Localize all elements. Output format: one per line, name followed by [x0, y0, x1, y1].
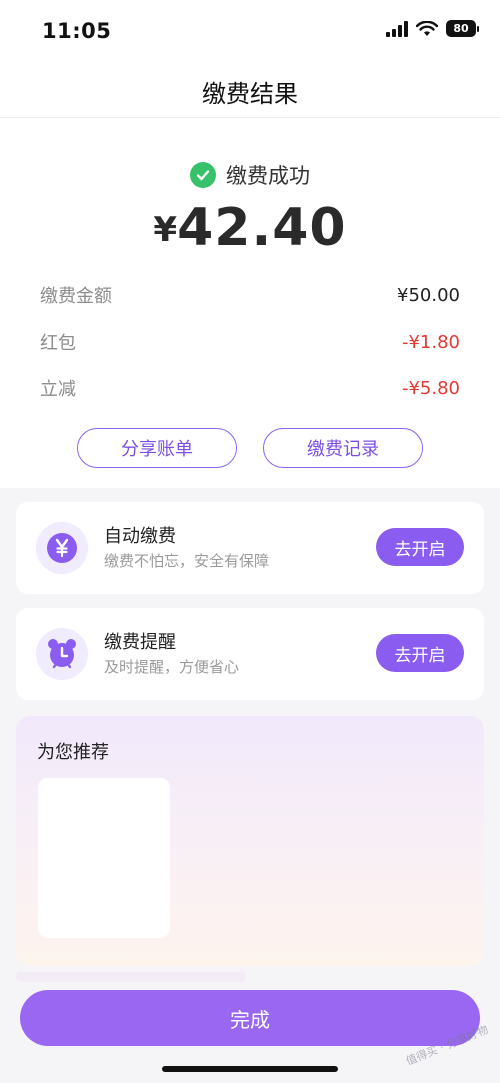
alarm-clock-icon [48, 639, 76, 669]
home-indicator [162, 1066, 338, 1072]
detail-value: ¥50.00 [397, 284, 460, 306]
battery-icon: 80 [446, 20, 479, 37]
detail-value: -¥1.80 [401, 331, 460, 353]
page-title: 缴费结果 [202, 80, 298, 108]
detail-label: 缴费金额 [40, 286, 112, 307]
detail-row-red-packet: 红包 -¥1.80 [40, 327, 460, 357]
done-button[interactable]: 完成 [20, 990, 480, 1046]
recommendation-strip [16, 972, 246, 982]
enable-reminder-button[interactable]: 去开启 [376, 634, 464, 672]
auto-payment-card: 自动缴费 缴费不怕忘，安全有保障 去开启 [16, 502, 484, 594]
recommendation-title: 为您推荐 [37, 742, 109, 763]
payment-result-screen: 11:05 80 缴费结果 缴费成功 ¥42.40 缴费金额 ¥50.00 红包… [0, 0, 500, 1083]
status-bar: 11:05 80 [0, 0, 500, 60]
yen-icon [47, 533, 77, 563]
payment-result-card: 缴费成功 ¥42.40 缴费金额 ¥50.00 红包 -¥1.80 立减 -¥5… [0, 118, 500, 488]
feature-icon-container [36, 628, 88, 680]
nav-bar: 缴费结果 [0, 60, 500, 118]
payment-status: 缴费成功 [0, 160, 500, 190]
paid-amount: ¥42.40 [0, 198, 500, 258]
status-time: 11:05 [42, 19, 112, 43]
detail-row-payment-amount: 缴费金额 ¥50.00 [40, 280, 460, 310]
payment-records-button[interactable]: 缴费记录 [263, 428, 423, 468]
success-check-icon [190, 162, 216, 188]
recommendation-item[interactable] [38, 778, 170, 938]
feature-subtitle: 缴费不怕忘，安全有保障 [104, 552, 270, 570]
detail-value: -¥5.80 [401, 377, 460, 399]
feature-icon-container [36, 522, 88, 574]
enable-auto-payment-button[interactable]: 去开启 [376, 528, 464, 566]
recommendation-section: 为您推荐 [16, 716, 484, 966]
share-bill-button[interactable]: 分享账单 [77, 428, 237, 468]
feature-title: 自动缴费 [104, 526, 176, 547]
currency-symbol: ¥ [153, 210, 178, 250]
payment-status-text: 缴费成功 [226, 164, 310, 188]
payment-reminder-card: 缴费提醒 及时提醒，方便省心 去开启 [16, 608, 484, 700]
detail-row-instant-discount: 立减 -¥5.80 [40, 373, 460, 403]
feature-title: 缴费提醒 [104, 632, 176, 653]
status-icons: 80 [386, 20, 479, 37]
amount-value: 42.40 [177, 198, 347, 258]
feature-subtitle: 及时提醒，方便省心 [104, 658, 240, 676]
detail-label: 红包 [40, 333, 76, 354]
wifi-icon [416, 20, 438, 36]
cellular-signal-icon [386, 20, 408, 37]
detail-label: 立减 [40, 379, 76, 400]
